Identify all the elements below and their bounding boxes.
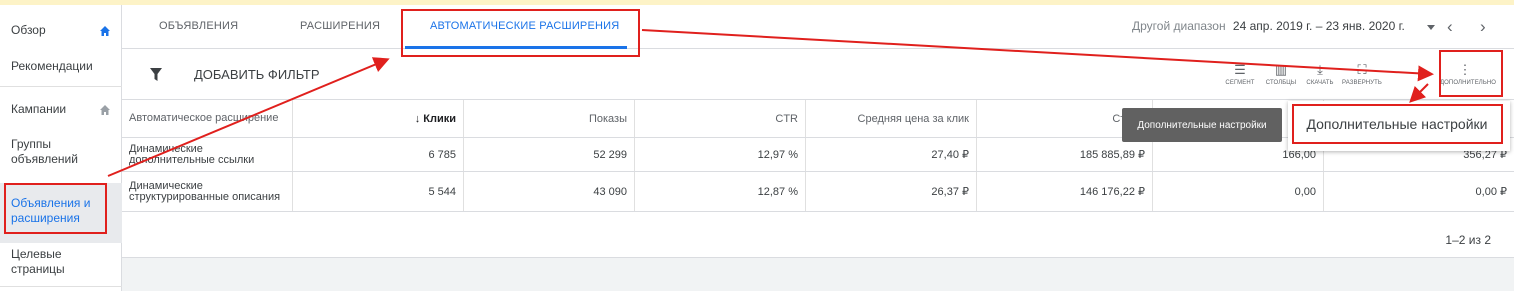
- avg-cpc-cell: 26,37 ₽: [806, 172, 977, 211]
- annotation-box-tab: [401, 9, 640, 57]
- ctr-cell: 12,87 %: [635, 172, 806, 211]
- avg-cpc-cell: 27,40 ₽: [806, 138, 977, 171]
- sidebar-item-landing-pages[interactable]: Целевые страницы: [0, 247, 122, 277]
- annotation-box-more: [1439, 50, 1503, 97]
- column-header-ctr[interactable]: CTR: [635, 100, 806, 137]
- clicks-cell: 6 785: [293, 138, 464, 171]
- sidebar-item-label: Целевые страницы: [11, 247, 65, 276]
- impressions-cell: 52 299: [464, 138, 635, 171]
- filter-icon[interactable]: [150, 68, 162, 82]
- table-row[interactable]: Динамические структурированные описания …: [122, 172, 1514, 212]
- fullscreen-icon: ⛶: [1357, 62, 1367, 77]
- impressions-cell: 43 090: [464, 172, 635, 211]
- tooltip: Дополнительные настройки: [1122, 108, 1282, 142]
- tab-extensions[interactable]: РАСШИРЕНИЯ: [300, 20, 380, 32]
- sidebar-item-recommendations[interactable]: Рекомендации: [0, 59, 122, 74]
- sidebar-divider: [0, 286, 122, 287]
- sidebar-item-label: Обзор: [11, 23, 46, 37]
- sidebar: Обзор Рекомендации Кампании Группы объяв…: [0, 5, 122, 291]
- annotation-box-menu-item: [1292, 104, 1503, 144]
- chevron-left-icon[interactable]: ‹: [1447, 17, 1453, 37]
- home-icon: [100, 105, 110, 115]
- cost-cell: 185 885,89 ₽: [977, 138, 1153, 171]
- date-range-label: Другой диапазон: [1132, 19, 1226, 33]
- sidebar-item-overview[interactable]: Обзор: [0, 23, 122, 38]
- annotation-box-sidebar: [4, 183, 107, 234]
- tab-bar: ОБЪЯВЛЕНИЯ РАСШИРЕНИЯ АВТОМАТИЧЕСКИЕ РАС…: [122, 5, 1514, 49]
- pagination-info: 1–2 из 2: [1445, 233, 1491, 247]
- chevron-down-icon[interactable]: [1427, 25, 1435, 30]
- date-range-picker[interactable]: Другой диапазон 24 апр. 2019 г. – 23 янв…: [1132, 19, 1405, 33]
- sidebar-item-ad-groups[interactable]: Группы объявлений: [0, 137, 100, 167]
- sidebar-item-label: Группы объявлений: [11, 137, 78, 166]
- column-header-clicks[interactable]: ↓ Клики: [293, 100, 464, 137]
- date-range-value: 24 апр. 2019 г. – 23 янв. 2020 г.: [1232, 19, 1405, 33]
- sidebar-item-label: Рекомендации: [11, 59, 93, 73]
- conversions-cell: 0,00: [1153, 172, 1324, 211]
- tool-label: РАЗВЕРНУТЬ: [1342, 80, 1382, 86]
- sidebar-item-label: Кампании: [11, 102, 67, 116]
- column-header-extension[interactable]: Автоматическое расширение: [122, 100, 293, 137]
- clicks-cell: 5 544: [293, 172, 464, 211]
- extension-name: Динамические структурированные описания: [122, 172, 293, 211]
- column-header-impressions[interactable]: Показы: [464, 100, 635, 137]
- home-icon: [100, 26, 110, 36]
- extension-name: Динамические дополнительные ссылки: [122, 138, 293, 171]
- cost-per-conv-cell: 0,00 ₽: [1475, 186, 1507, 198]
- ctr-cell: 12,97 %: [635, 138, 806, 171]
- tab-ads[interactable]: ОБЪЯВЛЕНИЯ: [159, 20, 238, 32]
- table-toolbar: ДОБАВИТЬ ФИЛЬТР ☰ СЕГМЕНТ ▥ СТОЛБЦЫ ⤓ СК…: [122, 49, 1514, 100]
- cost-cell: 146 176,22 ₽: [977, 172, 1153, 211]
- chevron-right-icon[interactable]: ›: [1480, 17, 1486, 37]
- sidebar-item-campaigns[interactable]: Кампании: [0, 102, 122, 117]
- column-header-avg-cpc[interactable]: Средняя цена за клик: [806, 100, 977, 137]
- fullscreen-button[interactable]: ⛶ РАЗВЕРНУТЬ: [1337, 62, 1387, 87]
- add-filter-button[interactable]: ДОБАВИТЬ ФИЛЬТР: [194, 67, 320, 82]
- sidebar-divider: [0, 86, 122, 87]
